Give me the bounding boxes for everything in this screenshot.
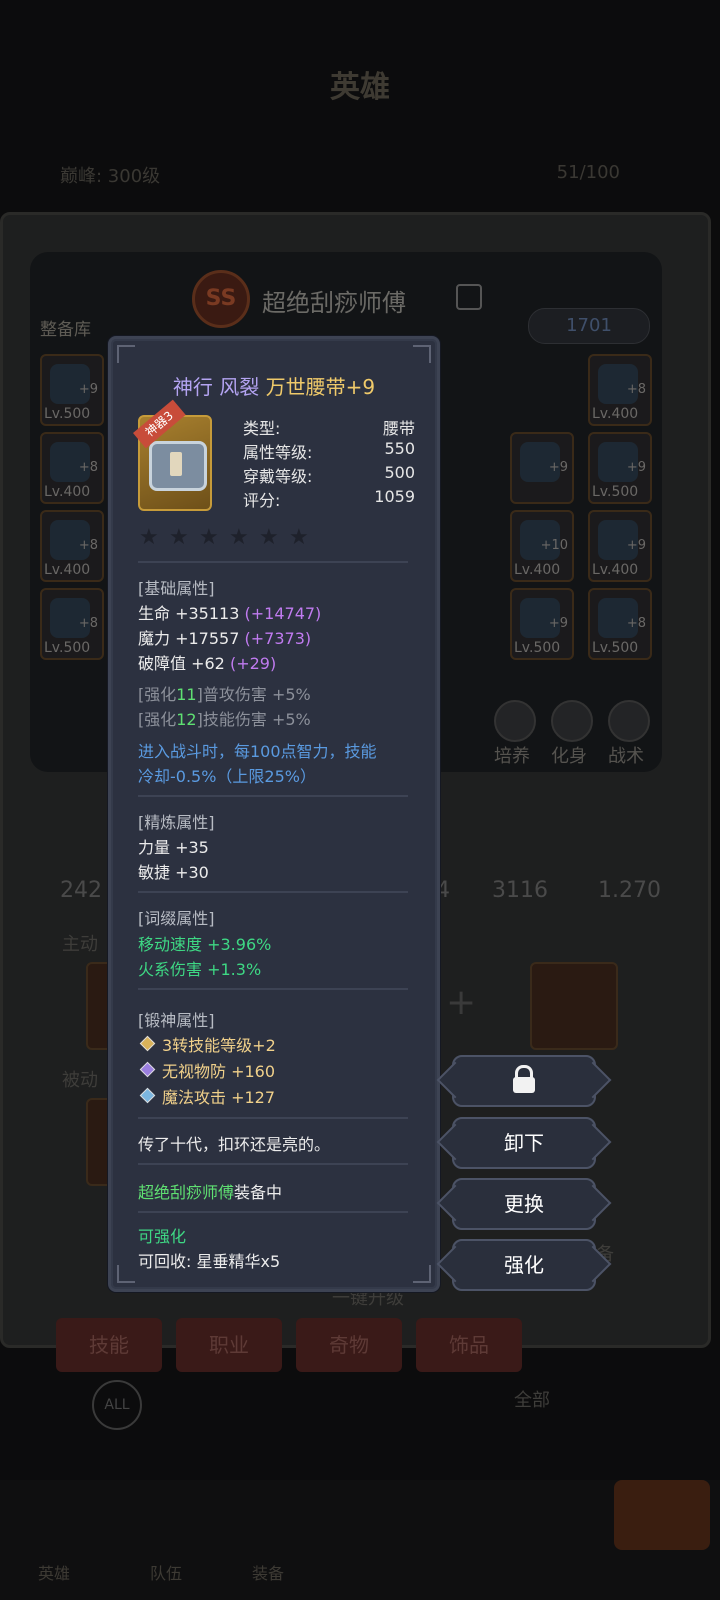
depot-button[interactable]: 整备库 (40, 315, 91, 340)
tab-class[interactable]: 职业 (176, 1318, 282, 1372)
info-wear-level: 穿戴等级: 500 (243, 463, 415, 486)
enhance-bonus-1: [强化11]普攻伤害 +5% (138, 685, 311, 704)
unlock-icon (513, 1065, 535, 1093)
base-attr-hp: 生命 +35113 (+14747) (138, 604, 322, 623)
hero-name: 超绝刮痧师傅 (262, 289, 406, 317)
equip-slot[interactable]: +9 Lv.500 (40, 354, 104, 426)
divider (138, 561, 408, 563)
skill-tile[interactable] (530, 962, 618, 1050)
divider (138, 1117, 408, 1119)
passive-effect-line2: 冷却-0.5%（上限25%） (138, 767, 316, 786)
nav-equipment[interactable]: 装备 (252, 1560, 284, 1584)
item-tooltip: 神行 风裂 万世腰带+9 神器3 类型: 腰带 属性等级: 550 穿戴等级: 500… (108, 336, 440, 1292)
tab-accessory[interactable]: 饰品 (416, 1318, 522, 1372)
equip-slot[interactable]: +8 Lv.400 (588, 354, 652, 426)
equip-slot[interactable]: +10 Lv.400 (510, 510, 574, 582)
page-title: 英雄 (330, 70, 390, 105)
forge-attr-header: [锻神属性] (138, 1011, 215, 1030)
info-score: 评分: 1059 (243, 487, 415, 510)
rank-ss-icon: SS (192, 270, 250, 328)
forge-attr-magic-atk: 魔法攻击 +127 (138, 1084, 275, 1108)
base-attr-break: 破障值 +62 (+29) (138, 654, 277, 673)
tactics-icon[interactable] (608, 700, 650, 742)
equip-slot[interactable]: +8 Lv.400 (40, 510, 104, 582)
train-button[interactable]: 培养 (494, 742, 530, 768)
base-attr-mp: 魔力 +17557 (+7373) (138, 629, 312, 648)
info-attr-level: 属性等级: 550 (243, 439, 415, 462)
star-rating: ★ ★ ★ ★ ★ ★ (139, 525, 339, 550)
star-icon: ★ (289, 525, 309, 550)
avatar-icon[interactable] (551, 700, 593, 742)
next-arrow-button[interactable] (614, 1480, 710, 1550)
refine-attr-agility: 敏捷 +30 (138, 863, 209, 882)
star-icon: ★ (169, 525, 189, 550)
forge-attr-ignore-def: 无视物防 +160 (138, 1058, 275, 1082)
equipped-status: 超绝刮痧师傅装备中 (138, 1183, 283, 1202)
train-icon[interactable] (494, 700, 536, 742)
tab-curio[interactable]: 奇物 (296, 1318, 402, 1372)
unequip-button[interactable]: 卸下 (452, 1117, 596, 1169)
nav-heroes[interactable]: 英雄 (38, 1560, 70, 1584)
filter-label[interactable]: 全部 (514, 1386, 550, 1412)
combat-power: 1701 (528, 308, 650, 344)
avatar-button[interactable]: 化身 (551, 742, 587, 768)
divider (138, 988, 408, 990)
affix-fire-damage: 火系伤害 +1.3% (138, 960, 262, 979)
item-title: 神行 风裂 万世腰带+9 (111, 371, 437, 400)
diamond-icon (139, 1035, 156, 1052)
divider (138, 891, 408, 893)
equip-slot[interactable]: +9 Lv.400 (588, 510, 652, 582)
star-icon: ★ (139, 525, 159, 550)
equip-slot[interactable]: +8 Lv.400 (40, 432, 104, 504)
diamond-icon (139, 1061, 156, 1078)
star-icon: ★ (199, 525, 219, 550)
enhanceable-label: 可强化 (138, 1227, 187, 1246)
refine-attr-header: [精炼属性] (138, 813, 215, 832)
base-attr-header: [基础属性] (138, 579, 215, 598)
recycle-info: 可回收: 星垂精华x5 (138, 1252, 281, 1271)
passive-effect-line1: 进入战斗时，每100点智力，技能 (138, 742, 377, 761)
hero-count: 51/100 (556, 162, 620, 183)
item-title-main: 万世腰带+9 (265, 375, 376, 399)
equip-slot[interactable]: +8 Lv.500 (588, 588, 652, 660)
add-skill-icon[interactable]: + (446, 982, 476, 1023)
stat-defense: 3116 (492, 878, 548, 903)
flavor-text: 传了十代，扣环还是亮的。 (138, 1135, 331, 1154)
equip-slot[interactable]: +9 (510, 432, 574, 504)
info-type: 类型: 腰带 (243, 419, 415, 438)
star-icon: ★ (259, 525, 279, 550)
bottom-nav (0, 1480, 720, 1600)
divider (138, 1211, 408, 1213)
affix-attr-header: [词缀属性] (138, 909, 215, 928)
item-title-prefix: 神行 风裂 (172, 375, 260, 399)
equip-slot[interactable]: +9 Lv.500 (588, 432, 652, 504)
tactics-button[interactable]: 战术 (608, 742, 644, 768)
diamond-icon (139, 1087, 156, 1104)
lock-icon[interactable] (456, 284, 482, 310)
enhance-bonus-2: [强化12]技能伤害 +5% (138, 710, 311, 729)
divider (138, 795, 408, 797)
forge-attr-skill-level: 3转技能等级+2 (138, 1032, 276, 1056)
unlock-button[interactable] (452, 1055, 596, 1107)
divider (138, 1163, 408, 1165)
stat-attack: 242 (60, 878, 102, 903)
tab-skills[interactable]: 技能 (56, 1318, 162, 1372)
refine-attr-strength: 力量 +35 (138, 838, 209, 857)
stat-speed: 1.270 (598, 878, 661, 903)
equip-slot[interactable]: +8 Lv.500 (40, 588, 104, 660)
affix-move-speed: 移动速度 +3.96% (138, 935, 272, 954)
section-passive-skills: 被动 (62, 1070, 98, 1091)
nav-team[interactable]: 队伍 (150, 1560, 182, 1584)
filter-all-button[interactable]: ALL (92, 1380, 142, 1430)
section-active-skills: 主动 (62, 934, 98, 955)
star-icon: ★ (229, 525, 249, 550)
enhance-button[interactable]: 强化 (452, 1239, 596, 1291)
peak-level: 巅峰: 300级 (60, 166, 161, 187)
equip-slot-selected[interactable]: +9 Lv.500 (510, 588, 574, 660)
replace-button[interactable]: 更换 (452, 1178, 596, 1230)
